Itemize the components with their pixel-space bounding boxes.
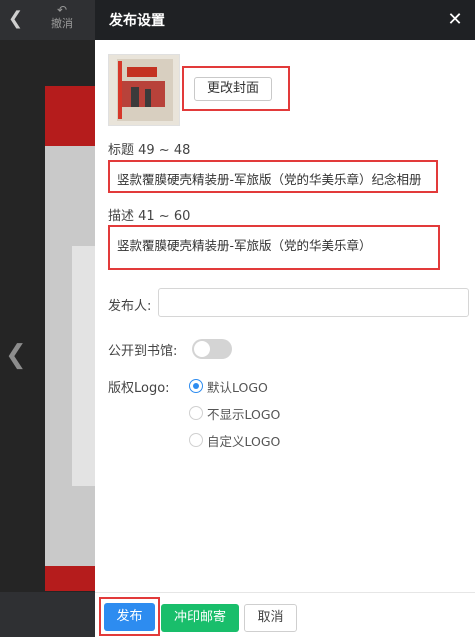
cover-thumbnail [108, 54, 180, 126]
description-label: 描述 41 ~ 60 [108, 209, 191, 224]
print-mail-button[interactable]: 冲印邮寄 [161, 604, 239, 632]
public-label: 公开到书馆: [108, 344, 178, 359]
title-field[interactable]: 竖款覆膜硬壳精装册-军旅版（党的华美乐章）纪念相册 [108, 160, 438, 193]
logo-custom-label[interactable]: 自定义LOGO [207, 431, 280, 450]
description-value: 竖款覆膜硬壳精装册-军旅版（党的华美乐章） [117, 238, 372, 253]
title-label: 标题 49 ~ 48 [108, 143, 191, 158]
title-value: 竖款覆膜硬壳精装册-军旅版（党的华美乐章）纪念相册 [117, 172, 422, 187]
undo-icon: ↶ [56, 3, 68, 17]
logo-none-label[interactable]: 不显示LOGO [207, 404, 280, 423]
publisher-label: 发布人: [108, 299, 152, 314]
logo-default-label[interactable]: 默认LOGO [207, 377, 268, 396]
public-toggle[interactable] [192, 339, 232, 359]
publisher-input[interactable] [158, 288, 469, 317]
logo-label: 版权Logo: [108, 381, 170, 396]
back-icon[interactable]: ❮ [8, 10, 23, 28]
close-icon[interactable]: ✕ [443, 8, 467, 32]
cancel-button[interactable]: 取消 [244, 604, 297, 632]
change-cover-button[interactable]: 更改封面 [194, 77, 272, 101]
change-cover-highlight: 更改封面 [182, 66, 290, 111]
publish-highlight: 发布 [99, 597, 160, 636]
logo-default-radio[interactable] [189, 379, 203, 393]
editor-bottom-bar [0, 592, 95, 637]
album-page-preview [45, 86, 95, 591]
logo-none-radio[interactable] [189, 406, 203, 420]
undo-label: 撤消 [51, 17, 73, 30]
editor-toolbar: ❮ ↶ 撤消 [0, 0, 95, 40]
undo-button[interactable]: ↶ 撤消 [46, 3, 78, 31]
toggle-knob [194, 341, 210, 357]
panel-title: 发布设置 [109, 13, 165, 29]
panel-header: 发布设置 ✕ [95, 0, 475, 40]
description-field[interactable]: 竖款覆膜硬壳精装册-军旅版（党的华美乐章） [108, 225, 440, 270]
logo-custom-radio[interactable] [189, 433, 203, 447]
publish-button[interactable]: 发布 [104, 603, 155, 631]
footer-divider [95, 592, 475, 593]
prev-page-icon[interactable]: ❮ [5, 340, 27, 370]
publish-settings-panel: 发布设置 ✕ 更改封面 标题 49 ~ 48 竖款覆膜硬壳精装册-军旅版（党的华… [95, 0, 475, 637]
